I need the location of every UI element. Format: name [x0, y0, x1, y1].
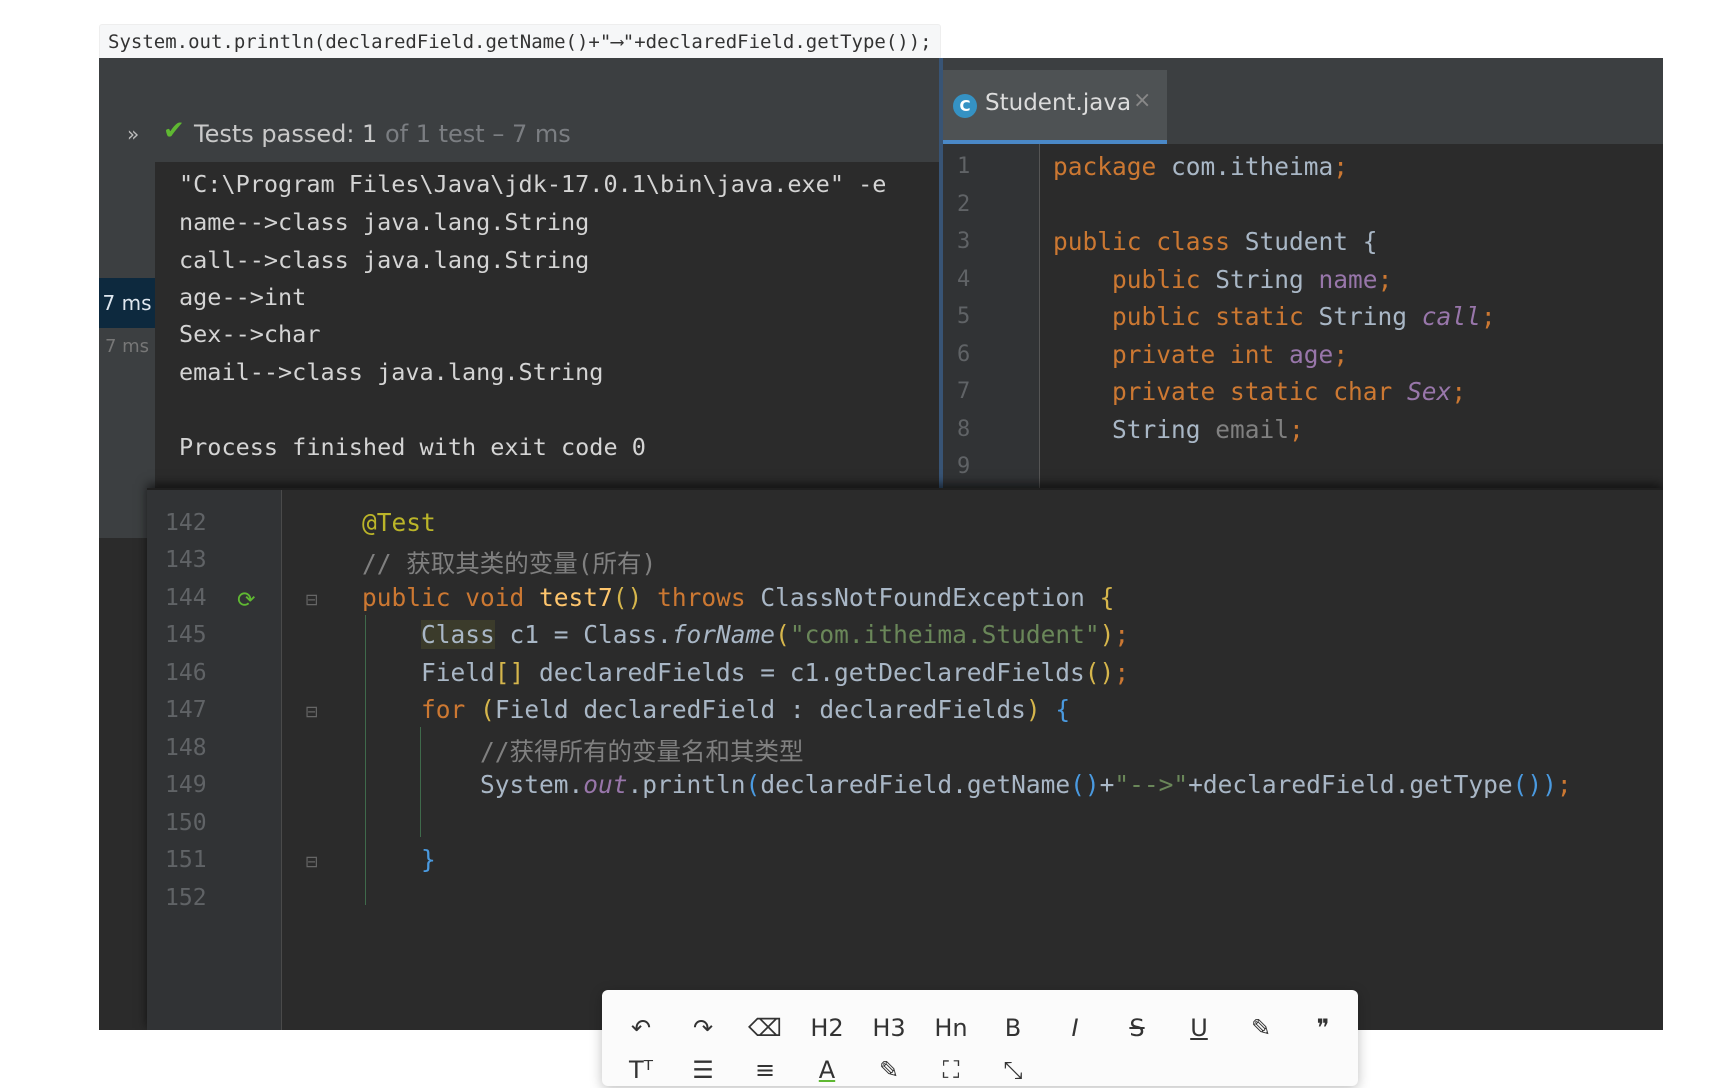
line-number: 145	[165, 622, 207, 648]
console-line: Process finished with exit code 0	[179, 433, 646, 461]
top-code-snippet: System.out.println(declaredField.getName…	[99, 24, 941, 60]
close-icon[interactable]: ×	[1133, 88, 1151, 113]
code-line[interactable]: @Test	[362, 508, 436, 537]
quote-button[interactable]: ❞	[1298, 1010, 1348, 1046]
collapse-button[interactable]: ⤡	[988, 1052, 1038, 1088]
ide-screenshot: » ✔ Tests passed: 1 of 1 test – 7 ms 7 m…	[99, 58, 1663, 1030]
bold-button[interactable]: B	[988, 1010, 1038, 1046]
code-line[interactable]: package com.itheima;	[1053, 152, 1348, 181]
fullscreen-button[interactable]: ⛶	[926, 1052, 976, 1088]
line-number: 148	[165, 735, 207, 761]
line-number: 4	[957, 267, 971, 292]
line-number: 151	[165, 847, 207, 873]
fold-icon[interactable]: ⊟	[305, 590, 318, 609]
code-line[interactable]: public String name;	[1053, 265, 1392, 294]
run-test-icon[interactable]: ⟳	[237, 588, 255, 613]
line-number: 5	[957, 304, 971, 329]
code-line[interactable]: public void test7() throws ClassNotFound…	[362, 583, 1114, 612]
test-tree-item[interactable]: 7 ms	[99, 336, 155, 357]
line-number: 8	[957, 417, 971, 442]
clear-format-button[interactable]: ⌫	[740, 1010, 790, 1046]
code-line[interactable]: String email;	[1053, 415, 1304, 444]
italic-button[interactable]: I	[1050, 1010, 1100, 1046]
line-number: 9	[957, 454, 971, 479]
console-line: email-->class java.lang.String	[179, 358, 604, 386]
redo-button[interactable]: ↷	[678, 1010, 728, 1046]
tab-label: Student.java	[985, 90, 1132, 116]
console-output: "C:\Program Files\Java\jdk-17.0.1\bin\ja…	[155, 162, 939, 538]
line-number: 146	[165, 660, 207, 686]
line-number: 143	[165, 547, 207, 573]
main-editor: 142 143 144 145 146 147 148 149 150 151 …	[147, 488, 1663, 1030]
console-line: age-->int	[179, 283, 307, 311]
line-gutter: 142 143 144 145 146 147 148 149 150 151 …	[147, 490, 282, 1030]
code-line[interactable]: Class c1 = Class.forName("com.itheima.St…	[362, 620, 1129, 649]
line-number: 152	[165, 885, 207, 911]
undo-button[interactable]: ↶	[616, 1010, 666, 1046]
test-tree: 7 ms 7 ms	[99, 162, 155, 538]
line-number: 1	[957, 154, 971, 179]
code-line[interactable]: for (Field declaredField : declaredField…	[362, 695, 1070, 724]
console-line: Sex-->char	[179, 320, 321, 348]
test-tree-selected-item[interactable]: 7 ms	[99, 278, 155, 328]
fold-icon[interactable]: ⊟	[305, 852, 318, 871]
list-button[interactable]: ☰	[678, 1052, 728, 1088]
line-number: 150	[165, 810, 207, 836]
highlight-button[interactable]: ✎	[1236, 1010, 1286, 1046]
code-line[interactable]: public static String call;	[1053, 302, 1496, 331]
expand-chevron-icon[interactable]: »	[127, 122, 139, 146]
format-toolbar: ↶ ↷ ⌫ H2 H3 Hn B I S U ✎ ❞ Tᵀ ☰ ≡ A ✎ ⛶ …	[602, 990, 1358, 1086]
font-color-button[interactable]: A	[802, 1052, 852, 1088]
run-panel: » ✔ Tests passed: 1 of 1 test – 7 ms 7 m…	[99, 58, 939, 538]
editor-tab-bar: C Student.java ×	[943, 58, 1663, 144]
fold-icon[interactable]: ⊟	[305, 702, 318, 721]
code-line[interactable]: //获得所有的变量名和其类型	[362, 733, 804, 768]
background-color-button[interactable]: ✎	[864, 1052, 914, 1088]
align-button[interactable]: ≡	[740, 1052, 790, 1088]
student-editor: C Student.java × 1 2 3 4 5 6 7 8 9 packa…	[939, 58, 1663, 549]
line-number: 149	[165, 772, 207, 798]
heading3-button[interactable]: H3	[864, 1010, 914, 1046]
console-line: name-->class java.lang.String	[179, 208, 590, 236]
heading2-button[interactable]: H2	[802, 1010, 852, 1046]
underline-button[interactable]: U	[1174, 1010, 1224, 1046]
strikethrough-button[interactable]: S	[1112, 1010, 1162, 1046]
line-number: 2	[957, 192, 971, 217]
line-gutter: 1 2 3 4 5 6 7 8 9	[943, 144, 1040, 539]
line-number: 147	[165, 697, 207, 723]
check-icon: ✔	[163, 116, 185, 146]
code-line[interactable]: private static char Sex;	[1053, 377, 1466, 406]
font-size-button[interactable]: Tᵀ	[616, 1052, 666, 1088]
line-number: 144	[165, 585, 207, 611]
console-line: call-->class java.lang.String	[179, 246, 590, 274]
test-status: Tests passed: 1 of 1 test – 7 ms	[194, 120, 571, 148]
line-number: 6	[957, 342, 971, 367]
code-line[interactable]: private int age;	[1053, 340, 1348, 369]
code-line[interactable]: Field[] declaredFields = c1.getDeclaredF…	[362, 658, 1129, 687]
code-line[interactable]: public class Student {	[1053, 227, 1378, 256]
console-line: "C:\Program Files\Java\jdk-17.0.1\bin\ja…	[179, 170, 887, 198]
code-line[interactable]: }	[362, 845, 436, 874]
line-number: 7	[957, 379, 971, 404]
code-line[interactable]: System.out.println(declaredField.getName…	[362, 770, 1572, 799]
heading-n-button[interactable]: Hn	[926, 1010, 976, 1046]
tab-student-java[interactable]: C Student.java ×	[943, 70, 1167, 144]
run-toolbar: » ✔ Tests passed: 1 of 1 test – 7 ms	[99, 58, 939, 162]
line-number: 142	[165, 510, 207, 536]
class-icon: C	[953, 94, 977, 118]
line-number: 3	[957, 229, 971, 254]
code-line[interactable]: // 获取其类的变量(所有)	[362, 545, 656, 580]
